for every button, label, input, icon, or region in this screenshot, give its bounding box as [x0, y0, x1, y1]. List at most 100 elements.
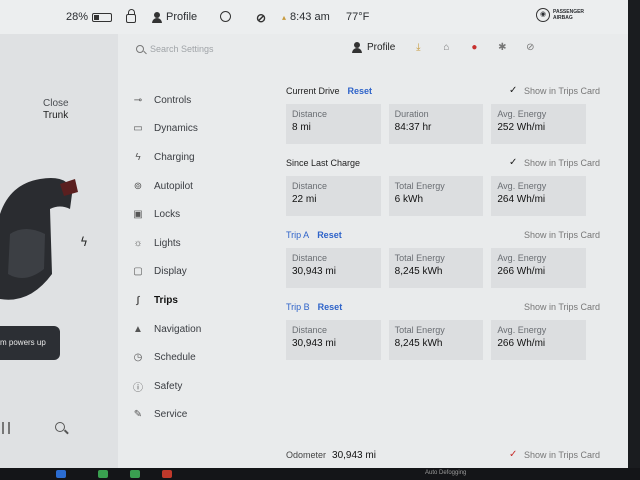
search-icon[interactable]	[55, 422, 65, 432]
since-charge-show-checkbox[interactable]: ✓ Show in Trips Card	[508, 157, 600, 169]
stat-value: 8,245 kWh	[394, 266, 443, 277]
nav-item-autopilot[interactable]: ⊚ Autopilot	[126, 172, 276, 201]
nav-item-schedule[interactable]: ◷ Schedule	[126, 343, 276, 372]
stat-label: Avg. Energy	[497, 109, 547, 119]
nav-label: Schedule	[154, 352, 196, 364]
stat-total-energy: Total Energy 8,245 kWh	[388, 320, 484, 360]
checkmark-icon: ✓	[508, 449, 518, 460]
pause-icon[interactable]	[2, 422, 10, 434]
battery-icon	[92, 12, 113, 22]
trunk-label-line1: Close	[43, 98, 69, 109]
tesla-screen: 28% Profile ⊘ ▴ 8:43 am 77°F ◉ PASSENGER…	[0, 0, 628, 468]
stat-value: 30,943 mi	[292, 338, 336, 349]
stat-label: Total Energy	[394, 253, 445, 263]
settings-search[interactable]: Search Settings	[136, 44, 214, 54]
nav-item-display[interactable]: ▢ Display	[126, 258, 276, 287]
trips-icon: ∫	[136, 294, 140, 306]
trip-a-reset-button[interactable]: Reset	[317, 230, 342, 240]
steering-wheel-icon: ⊚	[133, 180, 143, 192]
stat-distance: Distance 30,943 mi	[286, 320, 381, 360]
current-drive-section: Current Drive Reset ✓ Show in Trips Card…	[286, 82, 600, 144]
stat-total-energy: Total Energy 6 kWh	[388, 176, 484, 216]
taskbar-label: Auto Defogging	[425, 470, 467, 476]
person-icon	[152, 11, 162, 23]
current-drive-show-checkbox[interactable]: ✓ Show in Trips Card	[509, 86, 600, 97]
app-icon[interactable]	[130, 470, 140, 478]
checkbox-empty-icon: ✓	[509, 230, 519, 240]
since-charge-section: Since Last Charge ✓ Show in Trips Card D…	[286, 154, 600, 216]
nav-label: Locks	[154, 209, 181, 221]
stat-label: Avg. Energy	[497, 253, 547, 263]
nav-label: Dynamics	[154, 123, 198, 135]
no-signal-icon: ⊘	[256, 11, 267, 25]
trip-b-reset-button[interactable]: Reset	[318, 302, 343, 312]
profile-button[interactable]: Profile	[152, 11, 197, 23]
nav-item-charging[interactable]: ϟ Charging	[126, 143, 276, 172]
lock-status[interactable]	[126, 9, 136, 23]
nav-item-locks[interactable]: ▣ Locks	[126, 200, 276, 229]
show-card-label: Show in Trips Card	[523, 158, 600, 168]
checkmark-icon: ✓	[508, 157, 518, 168]
airbag-icon: ◉	[536, 8, 550, 22]
toggle-icon: ⊸	[133, 94, 143, 106]
download-icon[interactable]: ⤓	[413, 42, 423, 53]
nav-item-safety[interactable]: ⓘ Safety	[126, 372, 276, 401]
close-trunk-button[interactable]: Close Trunk	[43, 98, 69, 122]
nav-label: Service	[154, 409, 188, 421]
stat-label: Distance	[292, 253, 328, 263]
sentry-status[interactable]	[220, 11, 231, 22]
trunk-label-line2: Trunk	[43, 110, 69, 121]
settings-panel: Search Settings Profile ⤓ ⌂ ● ✱ ⊘ ⊸ Cont…	[118, 34, 628, 468]
clock-time: 8:43 am	[290, 11, 330, 23]
lock-icon: ▣	[133, 209, 143, 221]
safety-icon: ⓘ	[133, 382, 143, 394]
nav-label: Navigation	[154, 323, 202, 335]
connectivity-status[interactable]: ⊘	[256, 11, 266, 25]
car-icon: ▭	[133, 123, 143, 135]
show-card-label: Show in Trips Card	[523, 230, 600, 240]
nav-item-trips[interactable]: ∫ Trips	[126, 286, 276, 315]
trip-b-section: Trip B Reset ✓ Show in Trips Card Distan…	[286, 298, 600, 360]
trip-a-show-checkbox[interactable]: ✓ Show in Trips Card	[509, 230, 600, 240]
stat-value: 252 Wh/mi	[497, 122, 546, 133]
bluetooth-icon[interactable]: ✱	[497, 42, 507, 53]
navigation-icon: ▲	[133, 323, 143, 335]
trip-a-stats: Distance 30,943 mi Total Energy 8,245 kW…	[286, 248, 587, 288]
trip-a-header: Trip A Reset ✓ Show in Trips Card	[286, 226, 600, 244]
app-icon[interactable]	[56, 470, 66, 478]
stat-distance: Distance 22 mi	[286, 176, 381, 216]
stat-total-energy: Total Energy 8,245 kWh	[388, 248, 484, 288]
settings-topbar: Search Settings Profile ⤓ ⌂ ● ✱ ⊘	[118, 34, 628, 68]
settings-profile-button[interactable]: Profile	[352, 42, 395, 53]
notification-bell-icon[interactable]: ●	[469, 42, 479, 53]
nav-item-service[interactable]: ✎ Service	[126, 401, 276, 430]
outside-temp: 77°F	[346, 11, 370, 23]
current-drive-stats: Distance 8 mi Duration 84:37 hr Avg. Ene…	[286, 104, 587, 144]
nav-item-lights[interactable]: ☼ Lights	[126, 229, 276, 258]
trip-a-section: Trip A Reset ✓ Show in Trips Card Distan…	[286, 226, 600, 288]
no-wifi-icon[interactable]: ⊘	[525, 42, 535, 53]
current-drive-reset-button[interactable]: Reset	[348, 86, 373, 96]
app-icon[interactable]	[98, 470, 108, 478]
search-icon	[136, 45, 144, 53]
battery-indicator: 28%	[66, 11, 113, 23]
app-icon[interactable]	[162, 470, 172, 478]
home-icon[interactable]: ⌂	[441, 42, 451, 53]
odometer-label: Odometer	[286, 450, 327, 460]
passenger-airbag-indicator: ◉ PASSENGER AIRBAG	[536, 8, 603, 22]
car-panel: Close Trunk ϟ m powers up	[0, 34, 118, 468]
odometer-show-checkbox[interactable]: ✓ Show in Trips Card	[508, 449, 600, 461]
checkbox-empty-icon: ✓	[509, 302, 519, 312]
trip-b-show-checkbox[interactable]: ✓ Show in Trips Card	[509, 302, 600, 312]
trip-a-title: Trip A	[286, 230, 310, 240]
wrench-icon: ✎	[133, 409, 143, 421]
stat-label: Distance	[292, 181, 328, 191]
nav-item-controls[interactable]: ⊸ Controls	[126, 86, 276, 115]
time-display: ▴ 8:43 am	[282, 11, 330, 23]
airbag-text: PASSENGER AIRBAG	[553, 9, 585, 21]
profile-label: Profile	[166, 11, 198, 23]
nav-label: Charging	[154, 151, 195, 163]
nav-item-navigation[interactable]: ▲ Navigation	[126, 315, 276, 344]
stat-avg-energy: Avg. Energy 266 Wh/mi	[491, 248, 587, 288]
nav-item-dynamics[interactable]: ▭ Dynamics	[126, 115, 276, 144]
